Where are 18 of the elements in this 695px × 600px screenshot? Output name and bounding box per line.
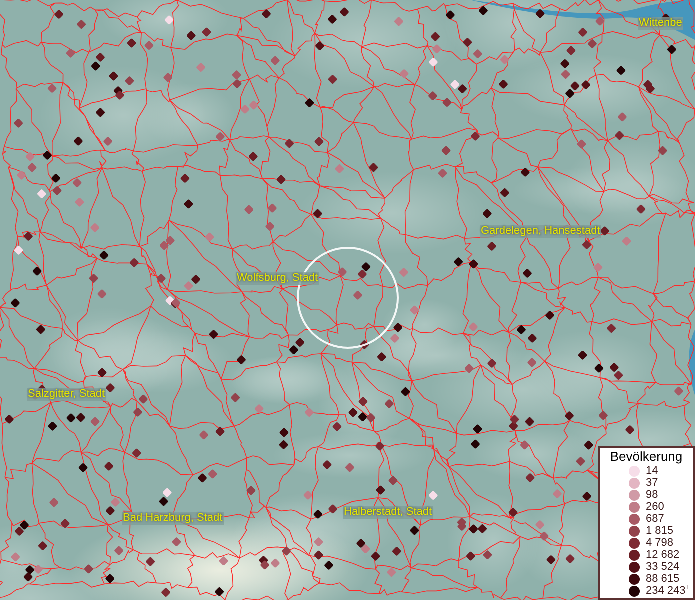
place-label: Wittenbe: [638, 17, 684, 30]
legend-value: 14: [646, 465, 658, 477]
legend-value: 98: [646, 489, 658, 501]
legend-value: 37: [646, 477, 658, 489]
legend-value: 234 243$^{+}$: [646, 585, 691, 597]
legend-value: 88 615: [646, 573, 680, 585]
legend-value: 33 524: [646, 561, 680, 573]
place-label: Halberstadt, Stadt: [343, 506, 434, 519]
legend-value: 12 682: [646, 549, 680, 561]
place-label: Gardelegen, Hansestadt: [480, 225, 602, 238]
place-label: Bad Harzburg, Stadt: [122, 512, 224, 525]
legend-value: 4 798: [646, 537, 674, 549]
legend-value: 260: [646, 501, 664, 513]
legend-value: 687: [646, 513, 664, 525]
legend-title: Bevölkerung: [609, 449, 684, 465]
place-label: Wolfsburg, Stadt: [236, 272, 320, 285]
place-label: Salzgitter, Stadt: [27, 388, 106, 401]
legend-value: 1 815: [646, 525, 674, 537]
